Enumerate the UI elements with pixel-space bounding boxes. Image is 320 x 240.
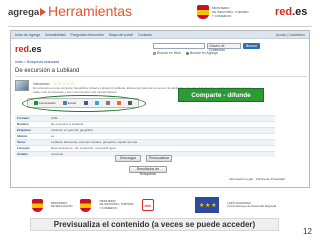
share-highlight-ellipse [22,95,146,112]
radio-icon [153,51,156,55]
eu-fund-name: UNIÓN EUROPEA Fondo Europeo de Desarrollo… [227,200,276,208]
table-row: Etiquetas: Lubliand, en general, geografí… [15,127,275,133]
share-callout: Comparte - difunde [178,88,264,102]
title-divider [15,76,307,77]
nav-link-contact[interactable]: Contacto [138,33,152,37]
metadata-key: Etiquetas: [17,128,32,132]
nav-link-faq[interactable]: Preguntas frecuentes [71,33,104,37]
search-web-option[interactable]: Buscar en Web [153,51,181,55]
search-bar: Clases de Contenido Buscar [153,43,260,52]
education-ministry-name: MINISTERIO DE EDUCACIÓN [51,200,73,208]
metadata-value: Lubliana, Eslovenia, ciencias sociales, … [51,140,138,144]
radio-selected-icon [185,51,189,55]
spain-crest-icon [80,198,92,212]
download-button[interactable]: Descargar [115,155,141,162]
metadata-key: Licencia: [17,146,31,150]
agrega-page-screenshot: Inicio de Agrega Accesibilidad Preguntas… [10,30,310,188]
preview-button[interactable]: Previsualizar [146,155,172,162]
spain-crest-icon [32,198,43,212]
eu-flag-icon: ★ ★ ★ [195,197,220,213]
page-number: 12 [303,227,312,236]
search-input[interactable] [153,43,205,49]
industry-ministry-name: MINISTERIO DE INDUSTRIA, TURISMO Y COMERCI… [99,198,134,210]
nav-link-accessibility[interactable]: Accesibilidad [45,33,65,37]
search-scope-options: Buscar en Web Buscar en Agrega [153,51,218,55]
top-navigation: Inicio de Agrega Accesibilidad Preguntas… [11,31,309,39]
spain-crest-icon [197,5,209,19]
metadata-table: Formato: ODE Nombre: De excursión a Lublian… [15,115,275,157]
metadata-key: Tema: [17,140,26,144]
nav-link-sitemap[interactable]: Mapa del portal [109,33,133,37]
metadata-value: Lubliand, en general, geografía [51,128,93,132]
content-class-select[interactable]: Clases de Contenido [207,43,241,52]
action-buttons: Descargar Previsualizar [115,155,172,162]
metadata-value: es [51,134,55,138]
funding-logos: MINISTERIO DE EDUCACIÓN MINISTERIO DE INDU… [32,196,276,214]
metadata-key: Ámbito: [17,152,29,156]
nav-link-home[interactable]: Inicio de Agrega [15,33,40,37]
table-row: Formato: ODE [15,115,275,121]
metadata-key: Nombre: [17,122,30,126]
metadata-value: De excursión a Lubliand [51,122,84,126]
agrega-logo: agrega [8,7,47,18]
metadata-key: Formato: [17,116,30,120]
metadata-value: Reconocimiento - No comercial - Comparti… [51,146,116,150]
search-button[interactable]: Buscar [243,43,260,49]
table-row: Licencia: Reconocimiento - No comercial -… [15,145,275,151]
metadata-key: Idioma: [17,134,28,138]
privacy-policy-link[interactable]: Política de Privacidad [256,177,285,181]
rede-es-logo: red.es [275,6,308,18]
slide-title: Herramientas [48,3,133,19]
metadata-value: ODE [51,116,58,120]
ministry-name: MINISTERIO DE INDUSTRIA, TURISMO Y COMER… [212,6,249,18]
footer-links: Información Legal Política de Privacidad [229,177,285,181]
slide-caption: Previsualiza el contenido (a veces se pu… [53,220,256,229]
table-row: Idioma: es [15,133,275,139]
search-results-button[interactable]: Resultados de Búsqueda [129,166,167,176]
site-header: red.es Clases de Contenido Buscar Buscar… [11,39,309,59]
resource-thumbnail[interactable] [15,80,29,91]
breadcrumb[interactable]: Inicio > Búsqueda avanzada [15,60,59,64]
table-row: Tema: Lubliana, Eslovenia, ciencias socia… [15,139,275,145]
ministry-logo: MINISTERIO DE INDUSTRIA, TURISMO Y COMER… [197,5,249,19]
language-selector[interactable]: Ayuda | Castellano [276,33,305,37]
search-agrega-option[interactable]: Buscar en Agrega [185,51,218,55]
header-divider [8,26,312,27]
table-row: Nombre: De excursión a Lubliand [15,121,275,127]
caption-bar: Previsualiza el contenido (a veces se pu… [30,218,279,231]
resource-title: De excursión a Lubliand [15,68,80,74]
legal-info-link[interactable]: Información Legal [229,177,253,181]
site-logo[interactable]: red.es [15,44,42,54]
agrega-logo-mark-icon [40,8,47,17]
red-es-mark-icon: red [141,199,154,211]
